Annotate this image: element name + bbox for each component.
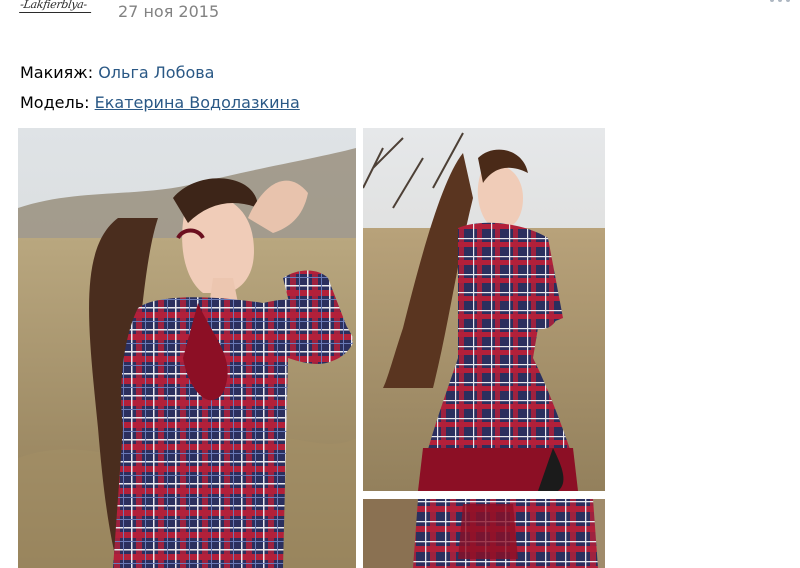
post-photo[interactable]: [363, 499, 605, 568]
more-dots-icon[interactable]: [760, 0, 800, 10]
credit-label: Макияж:: [20, 63, 94, 82]
credit-model: Модель: Екатерина Водолазкина: [20, 88, 300, 118]
post-header: -Lakfierblya- 27 ноя 2015: [0, 0, 800, 30]
post-photo[interactable]: [363, 128, 605, 491]
makeup-artist-link[interactable]: Ольга Лобова: [98, 63, 214, 82]
credit-makeup: Макияж: Ольга Лобова: [20, 58, 300, 88]
photo-image: [363, 499, 605, 568]
author-logo[interactable]: -Lakfierblya-: [19, 0, 97, 14]
post-photo[interactable]: [18, 128, 356, 568]
model-link[interactable]: Екатерина Водолазкина: [95, 93, 300, 112]
photo-image: [18, 128, 356, 568]
post-date[interactable]: 27 ноя 2015: [118, 2, 219, 21]
photo-image: [363, 128, 605, 491]
post-text: Макияж: Ольга Лобова Модель: Екатерина В…: [20, 58, 300, 118]
credit-label: Модель:: [20, 93, 90, 112]
